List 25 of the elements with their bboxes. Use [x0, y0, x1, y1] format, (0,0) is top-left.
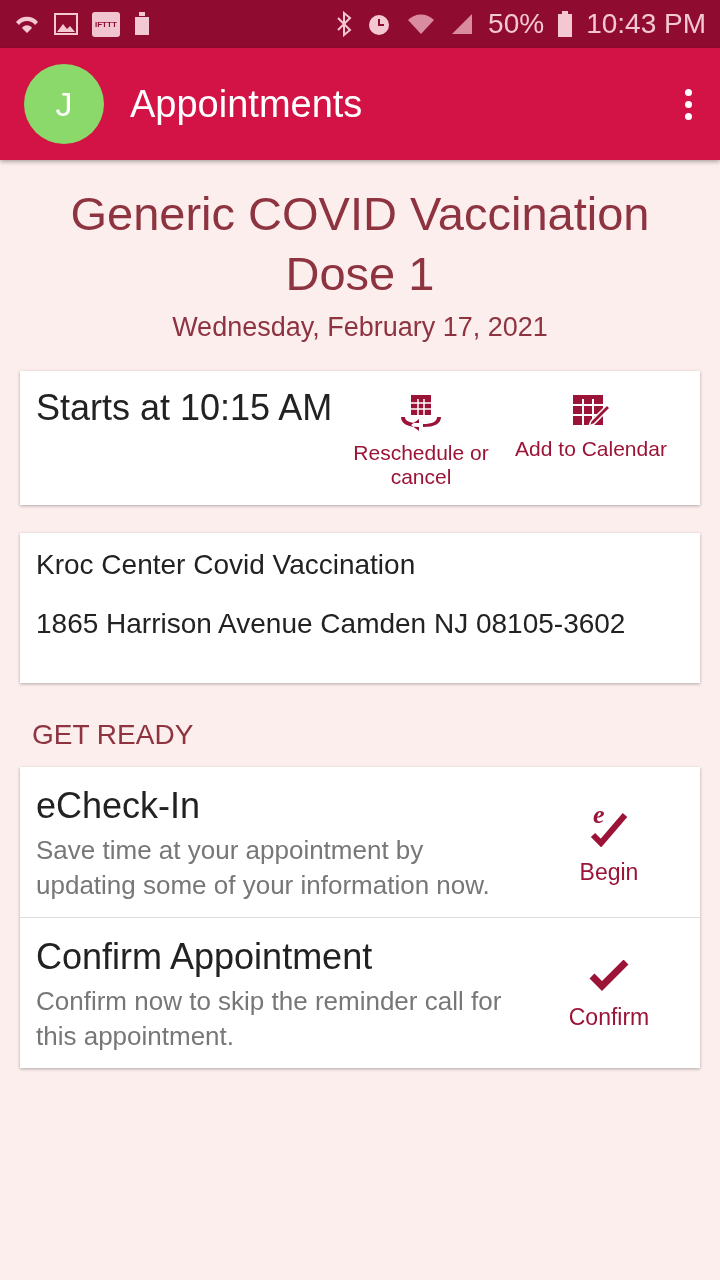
- section-heading: GET READY: [31, 718, 195, 752]
- task-title: eCheck-In: [36, 785, 202, 827]
- checkmark-icon: [589, 959, 629, 992]
- appointment-date: Wednesday, February 17, 2021: [171, 312, 549, 343]
- bluetooth-icon: [336, 11, 353, 37]
- task-description: Save time at your appointment by updating some of your information now.: [36, 834, 491, 902]
- screen-title: Appointments: [130, 82, 364, 126]
- app-badge: IFTTT: [92, 11, 120, 37]
- battery-percent: 50%: [488, 8, 545, 40]
- location-name: Kroc Center Covid Vaccination: [36, 549, 417, 581]
- task-description: Confirm now to skip the reminder call for this appointment.: [36, 985, 503, 1053]
- appointment-title: Generic COVID Vaccination Dose 1: [69, 186, 651, 302]
- location-address: 1865 Harrison Avenue Camden NJ 08105-3602: [36, 607, 627, 641]
- confirm-button[interactable]: Confirm: [534, 936, 684, 1054]
- image-icon: [54, 13, 78, 35]
- battery-saver-icon: [133, 12, 150, 36]
- signal-icon: [450, 12, 475, 36]
- start-time: Starts at 10:15 AM: [36, 386, 334, 430]
- battery-icon: [558, 11, 573, 37]
- clock-time: 10:43 PM: [586, 8, 706, 40]
- add-to-calendar-button[interactable]: Add to Calendar: [506, 385, 676, 493]
- reschedule-button[interactable]: Reschedule or cancel: [336, 385, 506, 493]
- begin-button[interactable]: e Begin: [534, 785, 684, 903]
- wifi-icon: [406, 12, 437, 36]
- task-title: Confirm Appointment: [36, 936, 374, 978]
